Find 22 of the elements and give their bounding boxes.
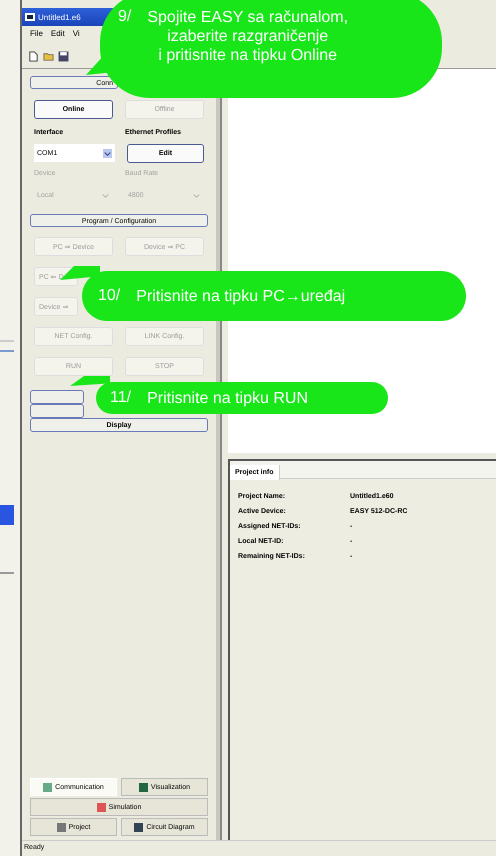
list-divider (0, 340, 14, 352)
folder-icon[interactable] (43, 50, 54, 62)
list-divider (0, 572, 14, 574)
step-number: 11/ (110, 389, 132, 407)
section-header[interactable] (30, 390, 84, 404)
callout-text: Spojite EASY sa računalom, (147, 8, 348, 27)
callout-text: izaberite razgraničenje (167, 27, 328, 46)
selected-row (0, 505, 14, 525)
dropdown-arrow-icon[interactable] (103, 148, 112, 158)
save-icon[interactable] (58, 50, 69, 62)
section-header[interactable] (30, 404, 84, 418)
callout-text: Pritisnite na tipku RUN (147, 388, 308, 408)
menu-item[interactable]: File (30, 29, 43, 41)
step-number: 10/ (98, 287, 120, 305)
new-file-icon[interactable] (28, 50, 39, 62)
app-icon (25, 13, 35, 21)
menu-item[interactable]: Edit (50, 29, 65, 41)
step-number: 9/ (118, 8, 132, 27)
callout-text: Pritisnite na tipku PC→uređaj (136, 286, 346, 306)
menu-item[interactable]: Vi (72, 29, 80, 41)
callout-text: i pritisnite na tipku Online (158, 46, 338, 65)
window-title: Untitled1.e6 (38, 12, 81, 22)
